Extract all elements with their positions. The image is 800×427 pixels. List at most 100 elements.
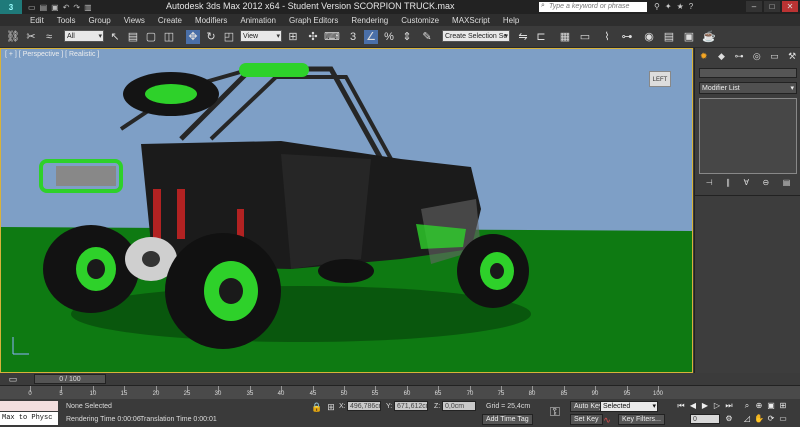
utilities-tab-icon[interactable]: ⚒ — [786, 50, 798, 62]
angle-snap-icon[interactable]: ∠ — [364, 30, 378, 44]
hierarchy-tab-icon[interactable]: ⊶ — [733, 50, 745, 62]
subscription-icon[interactable]: ✦ — [665, 2, 672, 11]
keyboard-shortcut-override-icon[interactable]: ⌨ — [324, 30, 340, 44]
menu-maxscript[interactable]: MAXScript — [452, 16, 490, 25]
z-coordinate-field[interactable]: 0,0cm — [442, 401, 476, 411]
snaps-toggle-icon[interactable]: 3 — [346, 30, 360, 44]
communication-icon[interactable]: ★ — [677, 2, 684, 11]
undo-icon[interactable]: ↶ — [63, 3, 70, 12]
material-editor-icon[interactable]: ◉ — [642, 30, 656, 44]
remove-modifier-icon[interactable]: ⊖ — [763, 178, 770, 190]
key-mode-select[interactable]: Selected — [600, 401, 658, 412]
menu-edit[interactable]: Edit — [30, 16, 44, 25]
zoom-all-icon[interactable]: ⊕ — [754, 401, 764, 411]
render-setup-icon[interactable]: ▤ — [662, 30, 676, 44]
set-key-icon[interactable]: ⚿ — [544, 403, 566, 421]
pan-icon[interactable]: ✋ — [754, 414, 764, 424]
go-to-start-icon[interactable]: ⏮ — [676, 401, 686, 411]
orbit-icon[interactable]: ⟳ — [766, 414, 776, 424]
selection-filter-select[interactable]: All — [64, 30, 104, 43]
select-by-name-icon[interactable]: ▤ — [126, 30, 140, 44]
y-coordinate-field[interactable]: 671,612cm — [394, 401, 428, 411]
curve-editor-icon[interactable]: ⌇ — [600, 30, 614, 44]
perspective-viewport[interactable]: [ + ] [ Perspective ] [ Realistic ] LEFT — [0, 48, 693, 373]
menu-modifiers[interactable]: Modifiers — [195, 16, 227, 25]
x-coordinate-field[interactable]: 496,786cm — [347, 401, 381, 411]
viewport-label[interactable]: [ + ] [ Perspective ] [ Realistic ] — [5, 51, 99, 58]
object-name-field[interactable] — [699, 68, 797, 78]
maximize-button[interactable]: □ — [764, 1, 780, 12]
new-file-icon[interactable]: ▭ — [28, 3, 36, 12]
go-to-end-icon[interactable]: ⏭ — [724, 401, 734, 411]
menu-tools[interactable]: Tools — [57, 16, 76, 25]
zoom-icon[interactable]: ⌕ — [742, 401, 752, 411]
select-and-scale-icon[interactable]: ◰ — [222, 30, 236, 44]
menu-graph-editors[interactable]: Graph Editors — [289, 16, 338, 25]
edit-named-selection-icon[interactable]: ✎ — [420, 30, 434, 44]
select-and-move-icon[interactable]: ✥ — [186, 30, 200, 44]
window-crossing-icon[interactable]: ◫ — [162, 30, 176, 44]
maxscript-input[interactable]: Max to Physc — [0, 412, 58, 425]
zoom-extents-icon[interactable]: ▣ — [766, 401, 776, 411]
schematic-view-icon[interactable]: ⊶ — [620, 30, 634, 44]
set-key-button[interactable]: Set Key — [570, 414, 603, 425]
next-frame-icon[interactable]: ▷ — [712, 401, 722, 411]
menu-rendering[interactable]: Rendering — [351, 16, 388, 25]
minimize-button[interactable]: – — [746, 1, 762, 12]
show-end-result-icon[interactable]: ∥ — [726, 178, 730, 190]
maximize-viewport-icon[interactable]: ▭ — [778, 414, 788, 424]
mirror-icon[interactable]: ⇋ — [516, 30, 530, 44]
spinner-snap-icon[interactable]: ⇕ — [400, 30, 414, 44]
configure-sets-icon[interactable]: ▤ — [783, 178, 791, 190]
menu-views[interactable]: Views — [124, 16, 145, 25]
lock-selection-icon[interactable]: 🔒 — [310, 400, 324, 414]
key-curve-icon[interactable]: ∿ — [600, 413, 614, 427]
graphite-ribbon-icon[interactable]: ▭ — [578, 30, 592, 44]
trackbar[interactable]: 0 5 10 15 20 25 30 35 40 45 50 55 60 65 … — [0, 385, 800, 399]
unlink-icon[interactable]: ✂ — [24, 30, 38, 44]
pivot-center-icon[interactable]: ⊞ — [286, 30, 300, 44]
modifier-list-select[interactable]: Modifier List — [699, 82, 797, 94]
select-manipulate-icon[interactable]: ✣ — [306, 30, 320, 44]
app-logo-icon[interactable]: 3 — [0, 0, 22, 14]
select-object-icon[interactable]: ↖ — [108, 30, 122, 44]
rectangular-selection-icon[interactable]: ▢ — [144, 30, 158, 44]
reference-coordinate-select[interactable]: View — [240, 30, 282, 43]
binoculars-icon[interactable]: ⚲ — [654, 2, 660, 11]
layer-manager-icon[interactable]: ▦ — [558, 30, 572, 44]
open-file-icon[interactable]: ▤ — [40, 3, 48, 12]
help-icon[interactable]: ? — [689, 2, 693, 11]
play-icon[interactable]: ▶ — [700, 401, 710, 411]
menu-customize[interactable]: Customize — [401, 16, 439, 25]
add-time-tag-button[interactable]: Add Time Tag — [482, 414, 533, 425]
modifier-stack[interactable] — [699, 98, 797, 174]
modify-tab-icon[interactable]: ◆ — [715, 50, 727, 62]
make-unique-icon[interactable]: ∀ — [744, 178, 749, 190]
rendered-frame-icon[interactable]: ▣ — [682, 30, 696, 44]
time-slider[interactable]: 0 / 100 — [34, 374, 106, 384]
search-input[interactable]: Type a keyword or phrase — [539, 1, 647, 12]
create-tab-icon[interactable]: ✹ — [698, 50, 710, 62]
display-tab-icon[interactable]: ▭ — [768, 50, 780, 62]
zoom-extents-all-icon[interactable]: ⊞ — [778, 401, 788, 411]
mini-curve-editor-icon[interactable]: ▭ — [6, 372, 20, 386]
percent-snap-icon[interactable]: % — [382, 30, 396, 44]
motion-tab-icon[interactable]: ◎ — [751, 50, 763, 62]
align-icon[interactable]: ⊏ — [534, 30, 548, 44]
key-filters-button[interactable]: Key Filters... — [618, 414, 665, 425]
time-config-icon[interactable]: ⚙ — [724, 414, 734, 424]
select-and-rotate-icon[interactable]: ↻ — [204, 30, 218, 44]
viewcube[interactable]: LEFT — [649, 71, 671, 87]
current-frame-field[interactable]: 0 — [690, 414, 720, 424]
menu-create[interactable]: Create — [158, 16, 182, 25]
menu-group[interactable]: Group — [88, 16, 110, 25]
named-selection-select[interactable]: Create Selection Se — [442, 30, 510, 43]
close-button[interactable]: ✕ — [782, 1, 798, 12]
field-of-view-icon[interactable]: ◿ — [742, 414, 752, 424]
previous-frame-icon[interactable]: ◀ — [688, 401, 698, 411]
bind-space-warp-icon[interactable]: ≈ — [42, 30, 56, 44]
project-folder-icon[interactable]: ▥ — [84, 3, 92, 12]
pin-stack-icon[interactable]: ⊣ — [706, 178, 713, 190]
render-production-icon[interactable]: ☕ — [702, 30, 716, 44]
maxscript-output[interactable] — [0, 401, 58, 411]
